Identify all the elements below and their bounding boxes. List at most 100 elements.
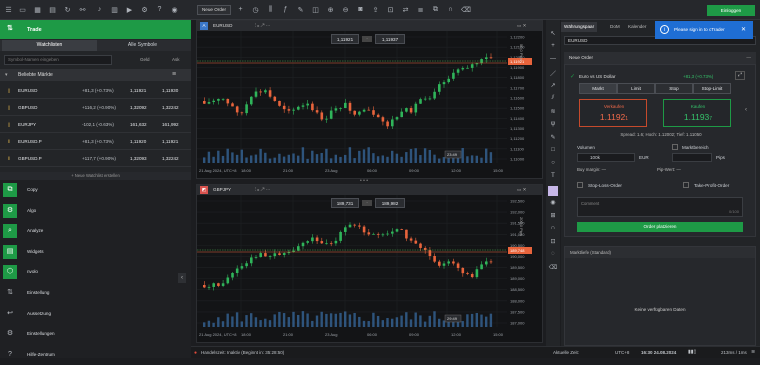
hide-icon[interactable]: ◌ [548,251,558,261]
star-icon[interactable]: ⫴ [8,156,10,161]
zoom-out-icon[interactable]: ⊖ [341,6,350,14]
magnet-icon[interactable]: ∩ [446,6,455,14]
pips-input[interactable] [672,153,712,162]
lock-icon[interactable]: ⊡ [548,238,558,248]
symbol-search-input[interactable]: Symbol-Namen eingeben [4,55,112,65]
quick-sell-button[interactable]: 189,731 [331,198,359,208]
menu-item-copy[interactable]: ⧉ Copy [0,180,191,200]
detach-icon[interactable]: ⧉ [431,6,440,14]
cursor-icon[interactable]: ↖ [548,30,558,40]
help-icon[interactable]: ? [155,6,164,14]
place-order-button[interactable]: Order platzieren [577,222,743,232]
star-icon[interactable]: ⫴ [8,139,10,144]
pitchfork-icon[interactable]: ψ [548,121,558,131]
trash-icon[interactable]: ⌫ [461,6,471,14]
timeframe-icon[interactable]: ◷ [251,6,260,14]
magnet-icon[interactable]: ∩ [548,225,558,235]
layers-icon[interactable]: ≣ [416,6,425,14]
watchlist-row[interactable]: ⫴ EURUSD.P +81,3 (+0.73%) 1,11920 1,11921 [0,134,191,150]
add-watchlist-link[interactable]: + Neue Watchlist erstellen [0,172,191,180]
ellipse-icon[interactable]: ○ [548,160,558,170]
menu-item-algo[interactable]: ⚙ Algo [0,201,191,221]
list-menu-icon[interactable]: ≡ [172,69,176,81]
chart-gbpjpy[interactable]: ◩ GBPJPY ⫶ ▸ ↗ ⋯ ▭ ✕ 192,500 192,000 191,5… [196,184,543,343]
chart-eurusd[interactable]: A EURUSD ⫶ ▸ ↗ ⋯ ▭ ✕ 1,12200 1,12100 1,120… [196,20,543,179]
text-icon[interactable]: T [548,173,558,183]
crosshair-icon[interactable]: + [548,43,558,53]
quick-buy-button[interactable]: 189,982 [375,198,405,208]
sell-button[interactable]: Verkaufen 1.11921 [579,99,647,127]
link-icon[interactable]: ⚯ [78,6,87,14]
splitter-handle[interactable]: • • • [360,179,374,184]
comment-field[interactable]: Comment 0/100 [577,197,743,217]
chart-canvas[interactable]: 192,500192,000191,500191,000190,500190,0… [197,195,542,342]
hline-icon[interactable]: — [548,56,558,66]
window-controls-icon[interactable]: ▭ ✕ [517,23,526,29]
window-icon[interactable]: ▭ [18,6,27,14]
order-type-market[interactable]: Markt [579,83,617,94]
settings-icon[interactable]: ⚙ [140,6,149,14]
stop-loss-checkbox[interactable] [577,182,583,188]
minimize-icon[interactable]: — [746,52,751,64]
order-type-stop-limit[interactable]: Stop-Limit [693,83,731,94]
sync-icon[interactable]: ⇄ [401,6,410,14]
user-icon[interactable]: ◉ [170,6,179,14]
menu-icon[interactable]: ☰ [4,6,13,14]
menu-item-analyze[interactable]: ⌕ Analyze [0,221,191,241]
grid-icon[interactable]: ▤ [48,6,57,14]
order-type-limit[interactable]: Limit [617,83,655,94]
window-controls-icon[interactable]: ▭ ✕ [517,187,526,193]
expand-icon[interactable]: ⤢ [735,71,745,80]
order-type-stop[interactable]: Stop [655,83,693,94]
chart-symbol[interactable]: GBPJPY [213,187,231,192]
menu-item-nvolo[interactable]: ⬡ nvolo [0,262,191,282]
favorites-group[interactable]: ▾ Beliebte Märkte ≡ [0,69,191,81]
channel-icon[interactable]: ⫽ [548,95,558,105]
menu-item-hilfezentrum[interactable]: ? Hilfe-Zentrum [0,345,191,365]
trash-icon[interactable]: ⌫ [548,264,558,274]
star-icon[interactable]: ∥ [8,88,10,94]
refresh-icon[interactable]: ↻ [63,6,72,14]
chevron-icon[interactable]: ‹ [745,107,747,113]
chart-symbol[interactable]: EURUSD [213,23,232,28]
ray-icon[interactable]: ↗ [548,82,558,92]
eye-icon[interactable]: ◉ [548,199,558,209]
menu-item-einstellungen[interactable]: ⚙ Einstellungen [0,324,191,344]
close-icon[interactable]: ✕ [741,26,746,33]
login-button[interactable]: Einloggen [707,5,755,16]
layout-icon[interactable]: ▦ [33,6,42,14]
draw-icon[interactable]: ✎ [296,6,305,14]
tab-dom[interactable]: DoM [607,22,623,32]
ruler-icon[interactable]: ⊞ [548,212,558,222]
watchlist-row[interactable]: ∥ EURUSD +81,3 (+0.73%) 1,11921 1,11930 [0,83,191,99]
trendline-icon[interactable]: ／ [548,69,558,79]
watchlist-row[interactable]: ⫴ GBPUSD.P +117,7 (+0.90%) 1,32093 1,32242 [0,151,191,167]
fibonacci-icon[interactable]: ≋ [548,108,558,118]
crosshair-icon[interactable]: + [236,6,245,14]
tab-calendar[interactable]: Kalender [625,22,649,32]
watchlist-row[interactable]: ∥ EURJPY -102,1 (-0.63%) 161,632 161,992 [0,117,191,133]
chart-canvas[interactable]: 1,122001,121001,120001,119001,118001,117… [197,31,542,178]
tab-all-symbols[interactable]: Alle Symbole [95,40,190,51]
buy-button[interactable]: Kaufen 1.11937 [663,99,731,127]
shape-icon[interactable]: □ [548,147,558,157]
currency-select[interactable]: EUR [639,155,649,160]
quick-sell-button[interactable]: 1,11921 [331,34,359,44]
menu-item-aussetzung[interactable]: ↩ Aussetzung [0,304,191,324]
bell-icon[interactable]: ♪ [95,6,104,14]
tab-symbol[interactable]: Währungspaar [561,22,598,32]
play-icon[interactable]: ▶ [125,6,134,14]
share-icon[interactable]: ⇪ [371,6,380,14]
take-profit-checkbox[interactable] [683,182,689,188]
menu-item-einstellung[interactable]: ⇅ Einstellung [0,283,191,303]
color-icon[interactable] [548,186,558,196]
timezone-select[interactable]: UTC+8 [615,350,629,355]
market-range-checkbox[interactable] [672,144,678,150]
lock-icon[interactable]: ⊡ [386,6,395,14]
brush-icon[interactable]: ✎ [548,134,558,144]
chart-icon[interactable]: ▥ [110,6,119,14]
sign-in-notice[interactable]: i Please sign in to cTrader ✕ [655,21,753,39]
indicator-icon[interactable]: ƒ [281,6,290,14]
quick-buy-button[interactable]: 1,11937 [375,34,405,44]
collapse-icon[interactable]: ‹ [178,273,186,283]
